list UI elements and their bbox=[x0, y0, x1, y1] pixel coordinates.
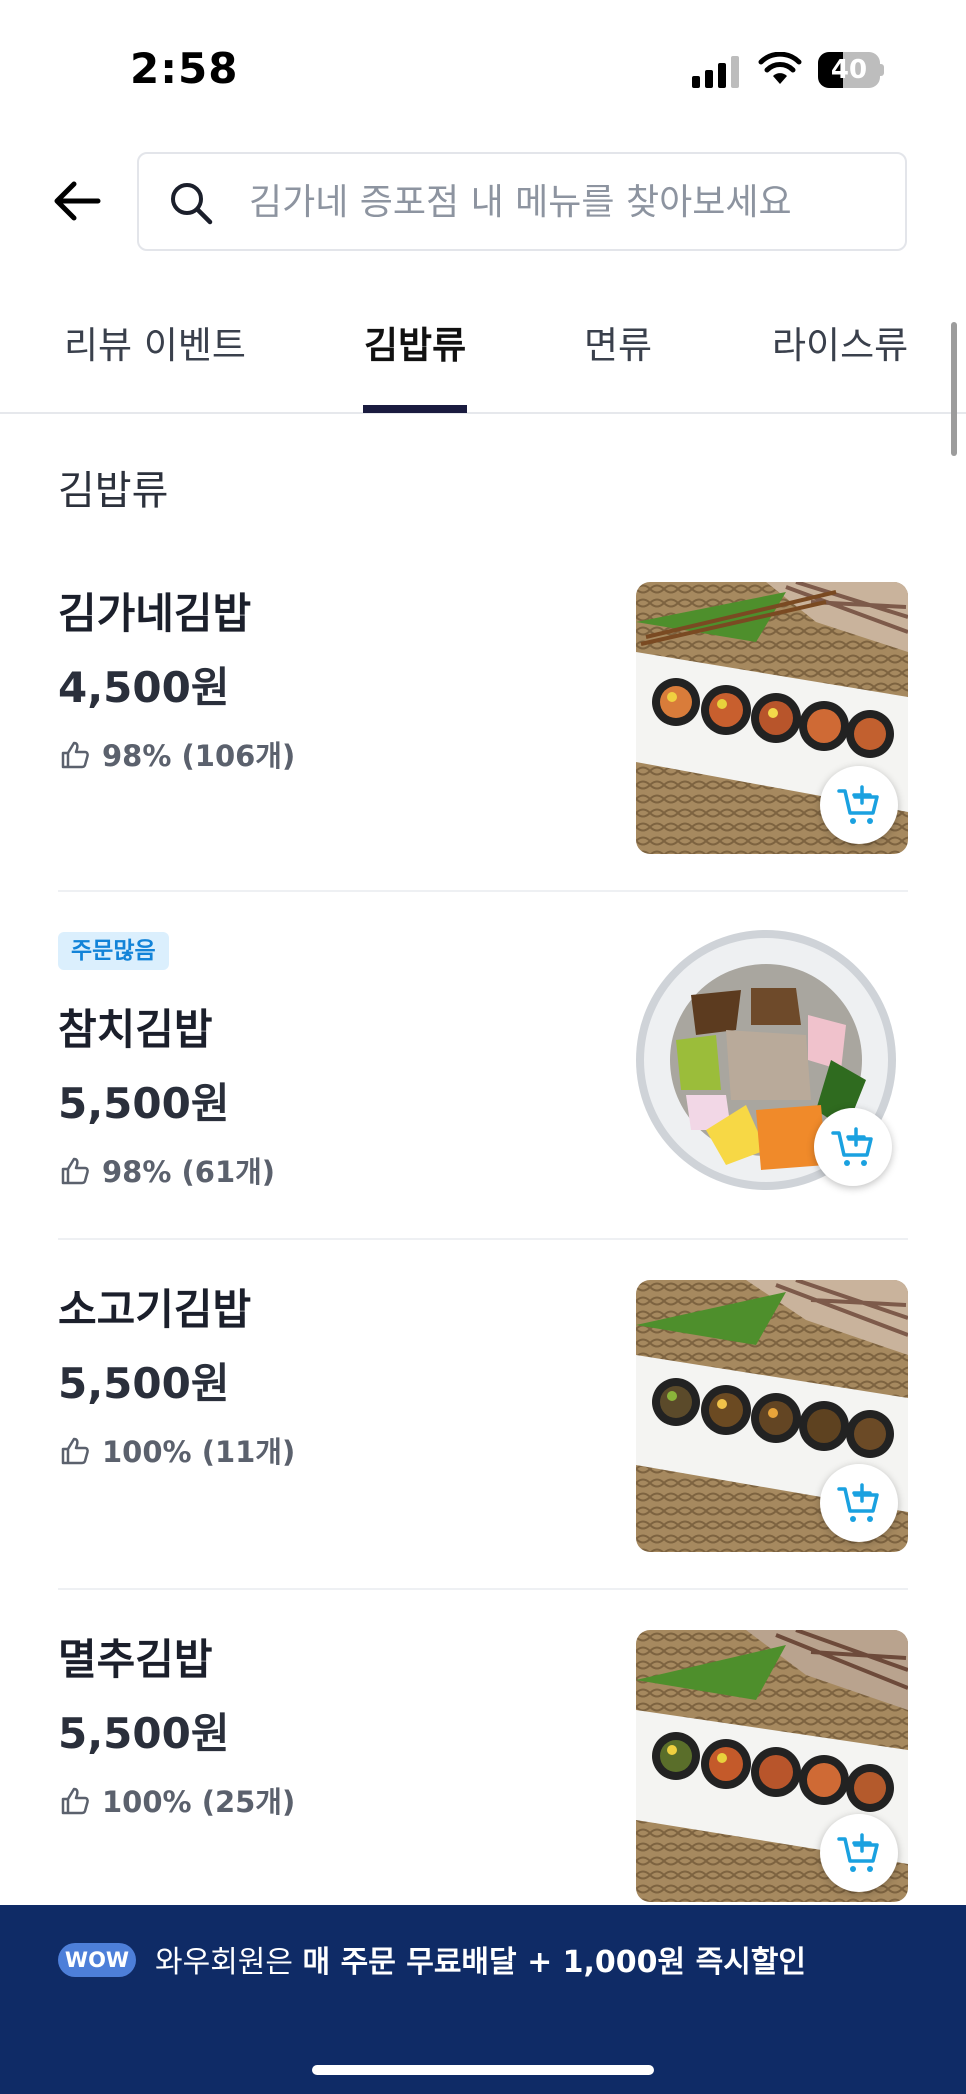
item-name: 참치김밥 bbox=[58, 1005, 213, 1054]
tab-review-event[interactable]: 리뷰 이벤트 bbox=[64, 300, 246, 412]
item-name: 김가네김밥 bbox=[58, 589, 252, 638]
home-indicator[interactable] bbox=[312, 2065, 654, 2075]
item-price: 5,500원 bbox=[58, 1079, 230, 1128]
tab-gimbap[interactable]: 김밥류 bbox=[364, 300, 466, 412]
menu-search-screen: 2:58 40 리뷰 이벤트 bbox=[0, 0, 966, 2094]
gimbap-platter-image[interactable] bbox=[636, 1280, 908, 1552]
add-cart-icon bbox=[831, 1127, 873, 1166]
active-tab-indicator bbox=[363, 405, 467, 413]
thumbs-up-icon bbox=[61, 1787, 89, 1815]
gimbap-platter-image[interactable] bbox=[636, 582, 908, 854]
add-cart-icon bbox=[837, 1483, 879, 1522]
category-tabs: 리뷰 이벤트 김밥류 면류 라이스류 bbox=[0, 300, 966, 414]
status-bar: 2:58 40 bbox=[0, 0, 966, 140]
wow-membership-banner[interactable]: WOW 와우회원은 매 주문 무료배달 + 1,000원 즉시할인 bbox=[0, 1905, 966, 2094]
menu-item[interactable]: 주문많음 참치김밥 5,500원 98% (61개) bbox=[58, 892, 908, 1240]
rating-text: 100% (25개) bbox=[102, 1785, 296, 1819]
section-title: 김밥류 bbox=[58, 468, 169, 514]
search-box[interactable] bbox=[137, 152, 907, 251]
item-price: 5,500원 bbox=[58, 1359, 230, 1408]
thumbs-up-icon bbox=[61, 1437, 89, 1465]
gimbap-platter-image[interactable] bbox=[636, 1630, 908, 1902]
add-to-cart-button[interactable] bbox=[820, 1814, 898, 1892]
item-name: 멸추김밥 bbox=[58, 1635, 213, 1684]
item-name: 소고기김밥 bbox=[58, 1285, 252, 1334]
thumbs-up-icon bbox=[61, 741, 89, 769]
wow-banner-text: 와우회원은 매 주문 무료배달 + 1,000원 즉시할인 bbox=[155, 1937, 806, 1981]
search-input[interactable] bbox=[249, 172, 889, 232]
back-arrow-icon[interactable] bbox=[52, 172, 102, 230]
rating-text: 100% (11개) bbox=[102, 1435, 296, 1469]
wow-text-prefix: 와우회원은 bbox=[155, 1945, 293, 1980]
popular-badge: 주문많음 bbox=[58, 932, 169, 970]
menu-item[interactable]: 멸추김밥 5,500원 100% (25개) bbox=[58, 1590, 908, 1905]
battery-icon: 40 bbox=[818, 52, 884, 88]
search-icon bbox=[171, 183, 213, 225]
cellular-signal-icon bbox=[692, 56, 739, 88]
menu-item[interactable]: 김가네김밥 4,500원 98% (106개) bbox=[58, 560, 908, 892]
item-price: 4,500원 bbox=[58, 663, 230, 712]
status-time: 2:58 bbox=[130, 44, 239, 93]
menu-item[interactable]: 소고기김밥 5,500원 100% (11개) bbox=[58, 1240, 908, 1590]
add-to-cart-button[interactable] bbox=[820, 1464, 898, 1542]
battery-level: 40 bbox=[830, 55, 868, 85]
rating-text: 98% (106개) bbox=[102, 739, 296, 773]
thumbs-up-icon bbox=[61, 1157, 89, 1185]
rating-text: 98% (61개) bbox=[102, 1155, 276, 1189]
add-to-cart-button[interactable] bbox=[820, 766, 898, 844]
add-to-cart-button[interactable] bbox=[814, 1108, 892, 1186]
wow-text-highlight: 매 주문 무료배달 + 1,000원 즉시할인 bbox=[302, 1945, 806, 1980]
wow-badge: WOW bbox=[58, 1943, 136, 1977]
wifi-icon bbox=[758, 52, 802, 84]
add-cart-icon bbox=[837, 1833, 879, 1872]
scrollbar-thumb[interactable] bbox=[951, 322, 957, 456]
tab-noodles[interactable]: 면류 bbox=[584, 300, 652, 412]
add-cart-icon bbox=[837, 785, 879, 824]
tab-rice[interactable]: 라이스류 bbox=[772, 300, 908, 412]
item-price: 5,500원 bbox=[58, 1709, 230, 1758]
gimbap-closeup-image[interactable] bbox=[636, 930, 908, 1202]
